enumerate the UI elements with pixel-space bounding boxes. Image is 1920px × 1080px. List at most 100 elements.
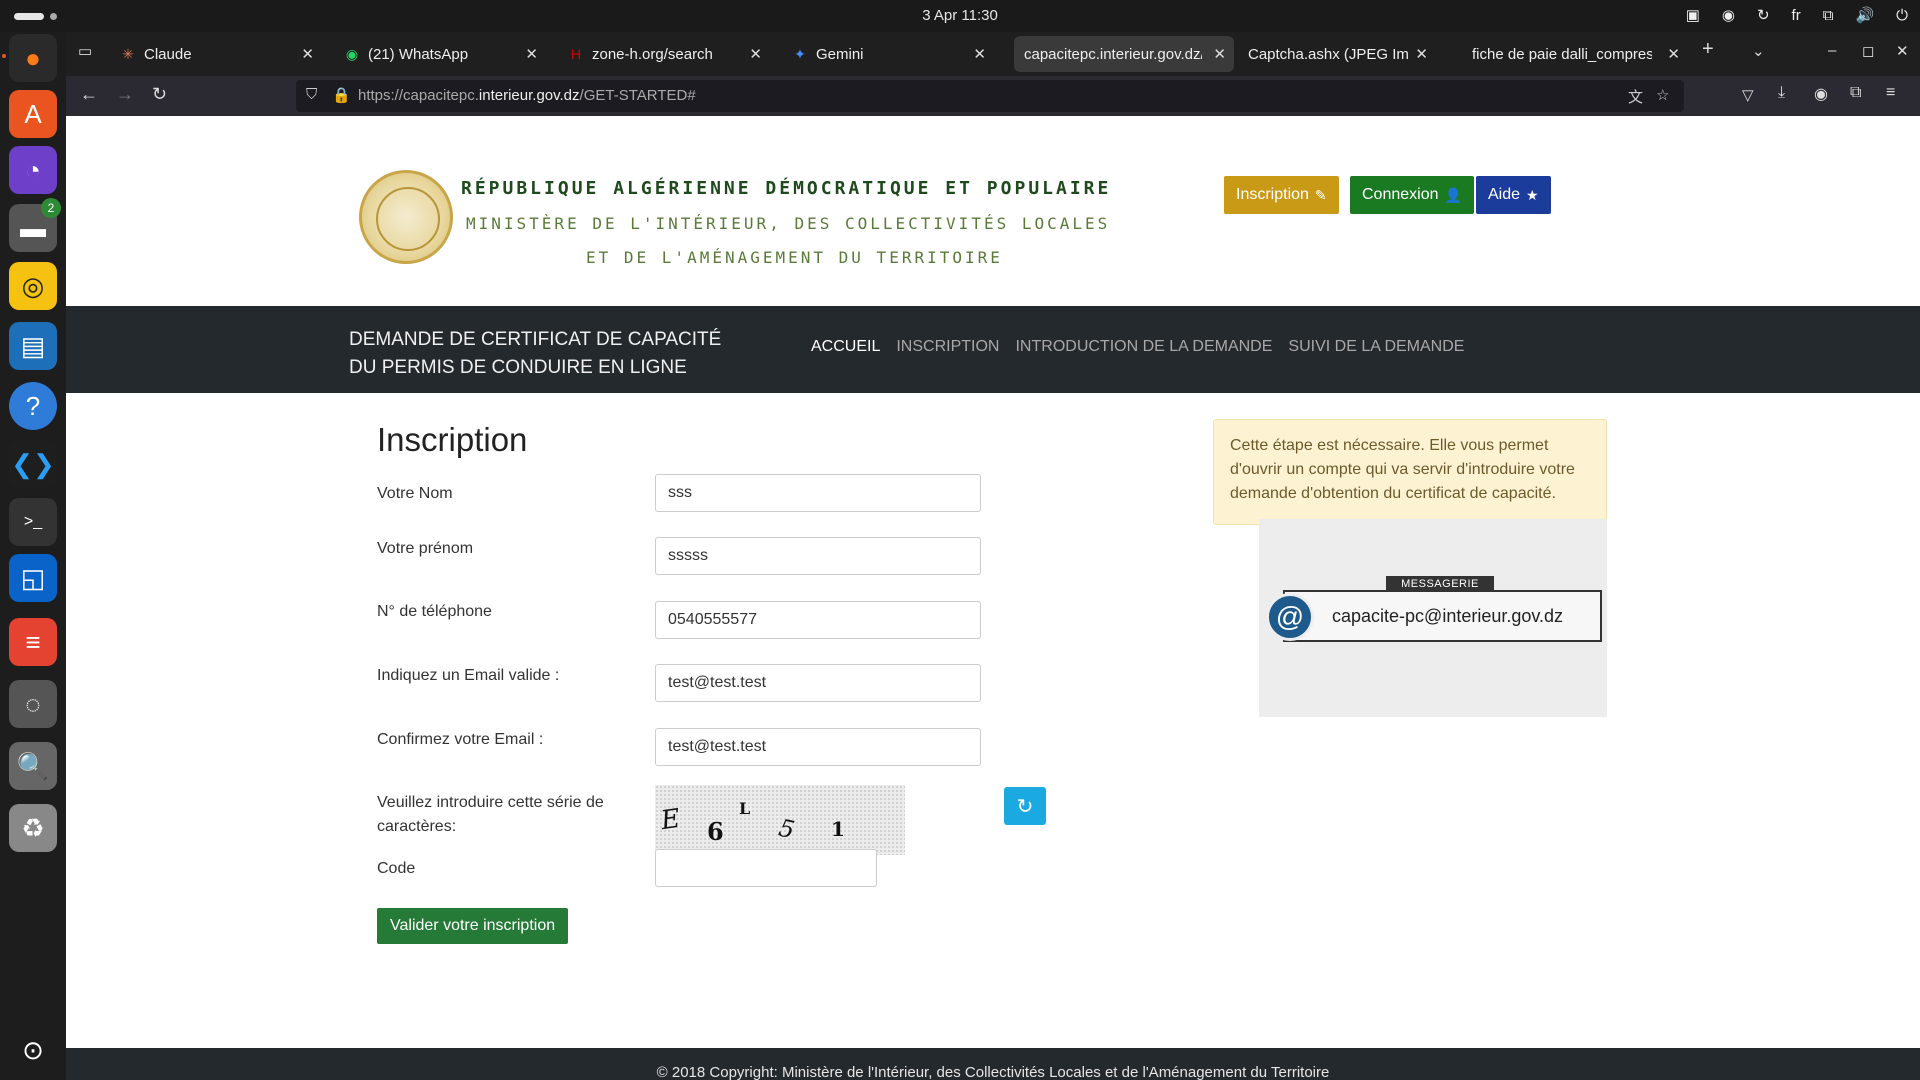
tab-label: fiche de paie dalli_compress — [1472, 45, 1652, 63]
steam-icon[interactable]: ◉ — [1722, 6, 1735, 24]
submit-button[interactable]: Valider votre inscription — [377, 908, 569, 944]
app-center-icon[interactable]: A — [9, 90, 57, 138]
confirm-email-input[interactable]: test@test.test — [655, 728, 981, 766]
rhythmbox-icon[interactable]: ◎ — [9, 262, 57, 310]
downloads-icon[interactable]: ⤓ — [1778, 84, 1785, 102]
tab-capacitepc[interactable]: capacitepc.interieur.gov.dz/G ✕ — [1014, 36, 1234, 72]
captcha-image: E 6 L 5 1 — [655, 785, 905, 855]
captcha-char: L — [739, 799, 751, 818]
notes-icon[interactable]: ▣ — [1686, 6, 1700, 24]
captcha-char: 6 — [707, 817, 724, 846]
connexion-button[interactable]: Connexion 👤 — [1350, 176, 1474, 214]
nom-input[interactable]: sss — [655, 474, 981, 512]
prenom-input[interactable]: sssss — [655, 537, 981, 575]
mail-address[interactable]: capacite-pc@interieur.gov.dz — [1332, 606, 1563, 627]
back-icon[interactable]: ← — [80, 84, 98, 105]
email-label: Indiquez un Email valide : — [377, 667, 560, 684]
sync-icon[interactable]: ↻ — [1757, 6, 1770, 24]
trash-icon[interactable]: ♻ — [9, 804, 57, 852]
gemini-icon: ✦ — [794, 45, 806, 62]
maximize-icon[interactable]: ◻ — [1862, 42, 1874, 60]
tab-overview-icon[interactable]: ▭ — [78, 42, 92, 60]
tab-claude[interactable]: ✳ Claude ✕ — [110, 36, 324, 72]
reload-icon[interactable]: ↻ — [152, 84, 167, 105]
close-tab-icon[interactable]: ✕ — [973, 45, 986, 63]
tab-whatsapp[interactable]: ◉ (21) WhatsApp ✕ — [334, 36, 548, 72]
tab-zoneh[interactable]: H zone-h.org/search ✕ — [558, 36, 772, 72]
url-text: https://capacitepc.interieur.gov.dz/GET-… — [358, 87, 696, 104]
tab-captcha[interactable]: Captcha.ashx (JPEG Image, 2 ✕ — [1238, 36, 1434, 72]
messagerie-tag: MESSAGERIE — [1386, 576, 1494, 592]
close-tab-icon[interactable]: ✕ — [525, 45, 538, 63]
new-tab-icon[interactable]: + — [1702, 38, 1714, 61]
search-app-icon[interactable]: 🔍 — [9, 742, 57, 790]
site-brand[interactable]: DEMANDE DE CERTIFICAT DE CAPACITÉ DU PER… — [349, 326, 721, 382]
close-tab-icon[interactable]: ✕ — [1213, 45, 1226, 63]
email-input[interactable]: test@test.test — [655, 664, 981, 702]
clock[interactable]: 3 Apr 11:30 — [0, 7, 1920, 24]
close-window-icon[interactable]: ✕ — [1896, 42, 1909, 60]
main-navbar: DEMANDE DE CERTIFICAT DE CAPACITÉ DU PER… — [66, 306, 1920, 393]
disk-icon[interactable]: ◌ — [9, 680, 57, 728]
files-badge: 2 — [41, 198, 61, 218]
captcha-label: Veuillez introduire cette série de carac… — [377, 791, 604, 839]
github-icon[interactable]: ◔ — [9, 146, 57, 194]
web-page: RÉPUBLIQUE ALGÉRIENNE DÉMOCRATIQUE ET PO… — [66, 116, 1920, 1080]
terminal-icon[interactable]: >_ — [9, 498, 57, 546]
bookmark-star-icon[interactable]: ☆ — [1656, 86, 1669, 104]
inscription-button[interactable]: Inscription ✎ — [1224, 176, 1339, 214]
menu-icon[interactable]: ≡ — [1886, 84, 1895, 102]
tab-label: Gemini — [816, 45, 864, 63]
help-icon[interactable]: ? — [9, 382, 57, 430]
captcha-char: E — [659, 803, 682, 837]
messagerie-card: MESSAGERIE @ capacite-pc@interieur.gov.d… — [1259, 519, 1607, 717]
firefox-icon[interactable]: ● — [9, 34, 57, 82]
site-footer: © 2018 Copyright: Ministère de l'Intérie… — [66, 1048, 1920, 1080]
forward-icon[interactable]: → — [116, 84, 134, 105]
nav-accueil[interactable]: ACCUEIL — [811, 338, 880, 356]
edit-icon: ✎ — [1314, 186, 1327, 203]
browser-nav-bar: ← → ↻ ⛉ 🔒 https://capacitepc.interieur.g… — [66, 76, 1920, 116]
tab-gemini[interactable]: ✦ Gemini ✕ — [782, 36, 996, 72]
pocket-icon[interactable]: ▽ — [1742, 86, 1754, 104]
power-icon[interactable]: ⏻ — [1896, 7, 1908, 24]
close-tab-icon[interactable]: ✕ — [1667, 45, 1680, 63]
tab-list-icon[interactable]: ⌄ — [1752, 42, 1765, 60]
copyright-text: © 2018 Copyright: Ministère de l'Intérie… — [656, 1064, 1330, 1080]
refresh-captcha-button[interactable]: ↻ — [1004, 787, 1046, 825]
telephone-input[interactable]: 0540555577 — [655, 601, 981, 639]
code-label: Code — [377, 860, 416, 877]
header-ministry: MINISTÈRE DE L'INTÉRIEUR, DES COLLECTIVI… — [466, 214, 1111, 233]
close-tab-icon[interactable]: ✕ — [1415, 45, 1428, 63]
captcha-char: 5 — [776, 813, 798, 845]
user-icon: 👤 — [1444, 186, 1462, 203]
todoist-icon[interactable]: ≡ — [9, 618, 57, 666]
keyboard-layout[interactable]: fr — [1792, 7, 1801, 24]
nav-inscription[interactable]: INSCRIPTION — [896, 338, 999, 356]
aide-button[interactable]: Aide ★ — [1476, 176, 1551, 214]
writer-icon[interactable]: ▤ — [9, 322, 57, 370]
vscode-icon[interactable]: ❮❯ — [9, 440, 57, 488]
minimize-icon[interactable]: – — [1828, 42, 1836, 59]
brand-line-2: DU PERMIS DE CONDUIRE EN LIGNE — [349, 357, 687, 378]
code-input[interactable] — [655, 849, 877, 887]
close-tab-icon[interactable]: ✕ — [749, 45, 762, 63]
at-sign-icon: @ — [1266, 593, 1314, 641]
virtualbox-icon[interactable]: ◱ — [9, 554, 57, 602]
show-apps-icon[interactable]: ⊙ — [9, 1026, 57, 1074]
nav-introduction[interactable]: INTRODUCTION DE LA DEMANDE — [1015, 338, 1272, 356]
close-tab-icon[interactable]: ✕ — [301, 45, 314, 63]
nav-suivi[interactable]: SUIVI DE LA DEMANDE — [1288, 338, 1464, 356]
lock-icon[interactable]: 🔒 — [332, 86, 351, 104]
files-icon[interactable]: ▬ 2 — [9, 198, 61, 252]
system-tray: ▣ ◉ ↻ fr ⧉ 🔊 ⏻ — [1686, 6, 1908, 25]
tab-fiche[interactable]: fiche de paie dalli_compress ✕ — [1462, 36, 1686, 72]
extensions-icon[interactable]: ⧉ — [1850, 84, 1861, 102]
account-icon[interactable]: ◉ — [1814, 84, 1828, 104]
translate-icon[interactable]: 文 — [1628, 86, 1643, 107]
network-icon[interactable]: ⧉ — [1823, 7, 1834, 24]
refresh-icon: ↻ — [1016, 795, 1034, 818]
shield-icon[interactable]: ⛉ — [306, 86, 317, 103]
url-bar[interactable]: ⛉ 🔒 https://capacitepc.interieur.gov.dz/… — [296, 80, 1684, 112]
volume-icon[interactable]: 🔊 — [1855, 6, 1874, 24]
